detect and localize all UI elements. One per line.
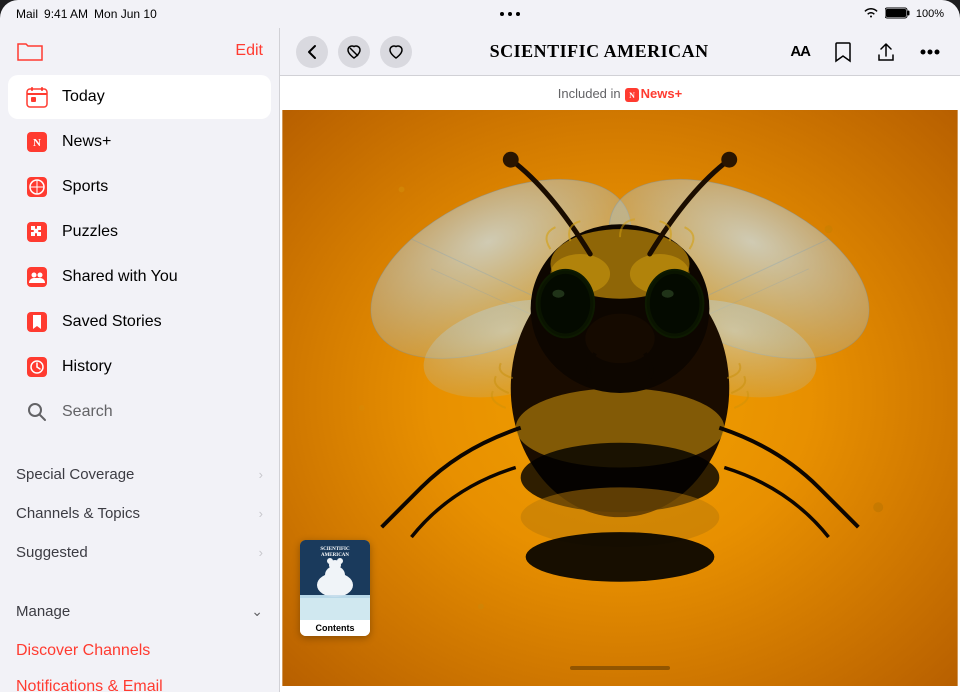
bookmark-button[interactable] <box>830 37 856 67</box>
status-bar-center <box>500 12 520 16</box>
today-icon <box>24 84 50 110</box>
history-icon <box>24 354 50 380</box>
puzzles-label: Puzzles <box>62 223 118 241</box>
battery-icon <box>885 7 910 22</box>
special-coverage-label: Special Coverage <box>16 466 134 483</box>
today-label: Today <box>62 88 105 106</box>
article-content: Included in N News+ <box>280 76 960 692</box>
content-area: SCIENTIFIC AMERICAN AA <box>280 28 960 692</box>
sidebar-item-sports[interactable]: Sports <box>8 165 271 209</box>
magazine-thumbnail[interactable]: SCIENTIFIC AMERICAN Contents <box>300 540 370 636</box>
share-button[interactable] <box>872 38 900 66</box>
newsplus-label: News+ <box>62 133 111 151</box>
saved-icon <box>24 309 50 335</box>
status-time: 9:41 AM <box>44 7 88 21</box>
sidebar-item-today[interactable]: Today <box>8 75 271 119</box>
bee-illustration <box>280 110 960 686</box>
sports-label: Sports <box>62 178 108 196</box>
special-coverage-item[interactable]: Special Coverage › <box>0 455 279 494</box>
newsplus-icon: N <box>24 129 50 155</box>
shared-icon <box>24 264 50 290</box>
notifications-email-link[interactable]: Notifications & Email <box>0 669 279 692</box>
channels-topics-item[interactable]: Channels & Topics › <box>0 494 279 533</box>
channels-topics-label: Channels & Topics <box>16 505 140 522</box>
svg-text:N: N <box>629 91 635 100</box>
folder-icon[interactable] <box>16 40 44 62</box>
magazine-cover-image: SCIENTIFIC AMERICAN <box>300 540 370 620</box>
svg-text:N: N <box>33 137 41 149</box>
expandable-section: Special Coverage › Channels & Topics › S… <box>0 455 279 572</box>
scroll-indicator <box>570 666 670 670</box>
sidebar-nav: Today N News+ <box>0 70 279 439</box>
suggested-item[interactable]: Suggested › <box>0 533 279 572</box>
back-button[interactable] <box>296 36 328 68</box>
wifi-icon <box>863 7 879 22</box>
discover-channels-label: Discover Channels <box>16 642 150 660</box>
toolbar-right: AA <box>786 37 944 67</box>
edit-button[interactable]: Edit <box>235 42 263 60</box>
article-header: Included in N News+ <box>280 76 960 110</box>
article-hero: SCIENTIFIC AMERICAN Contents <box>280 110 960 686</box>
sidebar-item-puzzles[interactable]: Puzzles <box>8 210 271 254</box>
battery-percent: 100% <box>916 8 944 20</box>
chevron-right-icon: › <box>259 467 263 482</box>
like-button[interactable] <box>380 36 412 68</box>
article-subtitle: Included in N News+ <box>300 86 940 102</box>
news-plus-badge: N News+ <box>625 86 683 102</box>
included-text: Included in <box>558 86 621 101</box>
sidebar-item-saved[interactable]: Saved Stories <box>8 300 271 344</box>
notifications-email-label: Notifications & Email <box>16 678 163 692</box>
shared-label: Shared with You <box>62 268 178 286</box>
status-app: Mail <box>16 7 38 21</box>
chevron-down-icon: ⌄ <box>251 603 263 620</box>
sidebar-item-history[interactable]: History <box>8 345 271 389</box>
puzzles-icon <box>24 219 50 245</box>
article-publication: SCIENTIFIC AMERICAN <box>490 41 709 62</box>
suggested-label: Suggested <box>16 544 88 561</box>
svg-text:AMERICAN: AMERICAN <box>321 553 349 558</box>
manage-section: Manage ⌄ Discover Channels Notifications… <box>0 588 279 692</box>
app-container: Edit Today <box>0 28 960 692</box>
sidebar-item-search[interactable]: Search <box>8 390 271 434</box>
dot3 <box>516 12 520 16</box>
article-toolbar: SCIENTIFIC AMERICAN AA <box>280 28 960 76</box>
discover-channels-link[interactable]: Discover Channels <box>0 633 279 669</box>
manage-label: Manage <box>16 603 70 620</box>
sports-icon <box>24 174 50 200</box>
status-bar: Mail 9:41 AM Mon Jun 10 100% <box>0 0 960 28</box>
svg-text:SCIENTIFIC: SCIENTIFIC <box>320 547 350 552</box>
dislike-button[interactable] <box>338 36 370 68</box>
manage-links: Discover Channels Notifications & Email … <box>0 631 279 692</box>
dot2 <box>508 12 512 16</box>
search-label: Search <box>62 403 113 421</box>
saved-label: Saved Stories <box>62 313 162 331</box>
status-bar-left: Mail 9:41 AM Mon Jun 10 <box>16 7 157 21</box>
status-date: Mon Jun 10 <box>94 7 157 21</box>
history-label: History <box>62 358 112 376</box>
dot1 <box>500 12 504 16</box>
magazine-contents-label: Contents <box>300 620 370 636</box>
search-nav-icon <box>24 399 50 425</box>
sidebar: Edit Today <box>0 28 280 692</box>
manage-header[interactable]: Manage ⌄ <box>0 592 279 631</box>
chevron-right-icon-2: › <box>259 506 263 521</box>
sidebar-header: Edit <box>0 28 279 70</box>
text-size-button[interactable]: AA <box>786 39 814 64</box>
chevron-right-icon-3: › <box>259 545 263 560</box>
more-button[interactable] <box>916 45 944 59</box>
toolbar-left <box>296 36 412 68</box>
sidebar-item-shared[interactable]: Shared with You <box>8 255 271 299</box>
status-bar-right: 100% <box>863 7 944 22</box>
sidebar-item-newsplus[interactable]: N News+ <box>8 120 271 164</box>
